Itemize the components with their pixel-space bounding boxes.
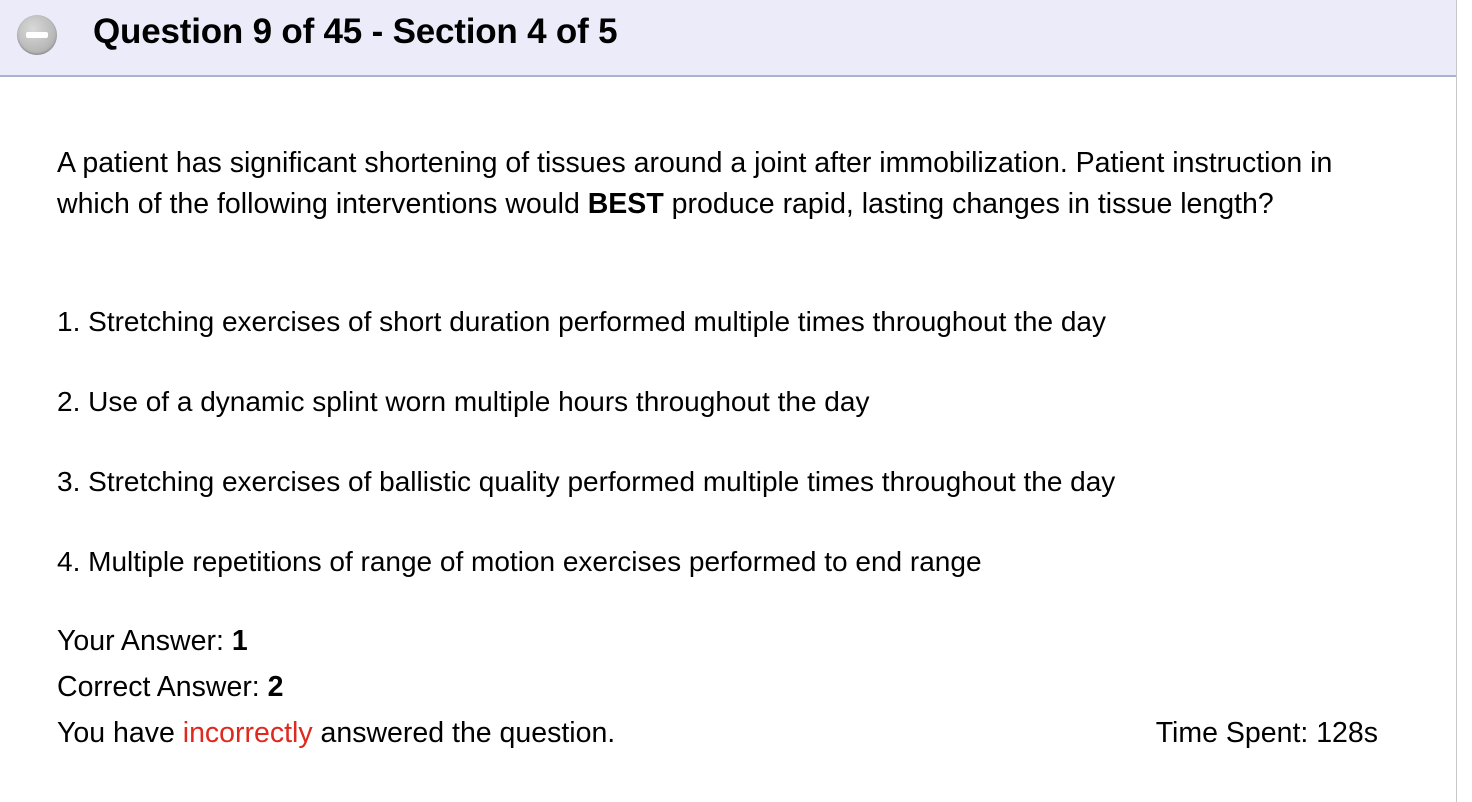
your-answer-value: 1 bbox=[231, 625, 248, 657]
option-text: Stretching exercises of ballistic qualit… bbox=[88, 466, 1116, 497]
option-text: Multiple repetitions of range of motion … bbox=[88, 546, 982, 577]
answer-results: Your Answer: 1 Correct Answer: 2 You hav… bbox=[57, 618, 615, 756]
option-number: 1. bbox=[57, 306, 81, 337]
correct-answer-label: Correct Answer: bbox=[57, 671, 268, 703]
minus-circle-icon[interactable] bbox=[17, 15, 57, 55]
question-header: Question 9 of 45 - Section 4 of 5 bbox=[0, 0, 1456, 77]
correct-answer-value: 2 bbox=[267, 671, 284, 703]
question-title: Question 9 of 45 - Section 4 of 5 bbox=[93, 12, 618, 51]
question-stem: A patient has significant shortening of … bbox=[57, 143, 1407, 225]
minus-bar bbox=[26, 32, 48, 38]
feedback-text-after: answered the question. bbox=[312, 717, 616, 749]
time-spent: Time Spent: 128s bbox=[1155, 717, 1378, 749]
feedback-row: You have incorrectly answered the questi… bbox=[57, 710, 615, 756]
question-stem-container: A patient has significant shortening of … bbox=[57, 143, 1407, 225]
option-text: Use of a dynamic splint worn multiple ho… bbox=[88, 386, 870, 417]
option-number: 2. bbox=[57, 386, 81, 417]
answer-option: 2. Use of a dynamic splint worn multiple… bbox=[57, 382, 1115, 462]
your-answer-label: Your Answer: bbox=[57, 625, 232, 657]
your-answer-row: Your Answer: 1 bbox=[57, 618, 615, 664]
option-number: 4. bbox=[57, 546, 81, 577]
answer-option: 1. Stretching exercises of short duratio… bbox=[57, 302, 1115, 382]
option-text: Stretching exercises of short duration p… bbox=[88, 306, 1106, 337]
answer-option: 4. Multiple repetitions of range of moti… bbox=[57, 542, 1115, 622]
feedback-status: incorrectly bbox=[182, 717, 313, 749]
answer-options: 1. Stretching exercises of short duratio… bbox=[57, 302, 1115, 622]
answer-option: 3. Stretching exercises of ballistic qua… bbox=[57, 462, 1115, 542]
stem-text-after: produce rapid, lasting changes in tissue… bbox=[663, 188, 1274, 220]
option-number: 3. bbox=[57, 466, 81, 497]
feedback-text-before: You have bbox=[57, 717, 183, 749]
question-panel: Question 9 of 45 - Section 4 of 5 A pati… bbox=[0, 0, 1457, 802]
correct-answer-row: Correct Answer: 2 bbox=[57, 664, 615, 710]
stem-emphasis: BEST bbox=[587, 188, 664, 220]
